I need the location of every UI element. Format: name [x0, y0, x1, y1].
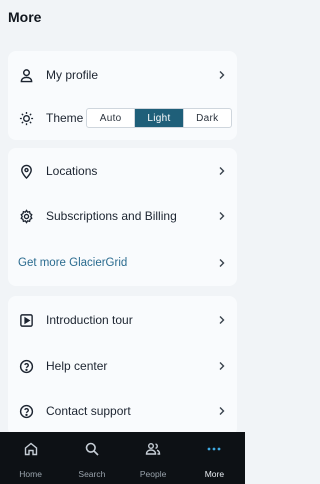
chevron-right-icon — [219, 407, 225, 415]
more-icon — [207, 447, 221, 451]
gear-icon — [18, 208, 34, 224]
theme-option-light[interactable]: Light — [134, 109, 183, 127]
bottom-navigation: Home Search People More — [0, 432, 245, 484]
home-icon — [24, 442, 37, 456]
nav-search[interactable]: Search — [61, 432, 122, 484]
nav-home[interactable]: Home — [0, 432, 61, 484]
chevron-right-icon — [219, 362, 225, 370]
search-icon — [85, 442, 99, 456]
contact-support-row[interactable]: Contact support — [8, 393, 237, 429]
locations-label: Locations — [46, 164, 98, 178]
chevron-right-icon — [219, 71, 225, 79]
sun-icon — [18, 110, 34, 126]
location-pin-icon — [18, 163, 34, 179]
chevron-right-icon — [219, 259, 225, 267]
nav-home-label: Home — [19, 469, 42, 479]
theme-segmented-control: Auto Light Dark — [86, 108, 232, 128]
question-icon — [18, 358, 34, 374]
nav-search-label: Search — [78, 469, 106, 479]
chevron-right-icon — [219, 316, 225, 324]
subscriptions-billing-label: Subscriptions and Billing — [46, 209, 177, 223]
theme-option-auto[interactable]: Auto — [87, 109, 134, 127]
nav-people[interactable]: People — [123, 432, 184, 484]
my-profile-row[interactable]: My profile — [8, 57, 237, 93]
play-icon — [18, 312, 34, 328]
introduction-tour-label: Introduction tour — [46, 313, 133, 327]
people-icon — [145, 443, 161, 455]
help-center-row[interactable]: Help center — [8, 348, 237, 384]
page-title: More — [8, 9, 42, 25]
subscriptions-billing-row[interactable]: Subscriptions and Billing — [8, 198, 237, 234]
introduction-tour-row[interactable]: Introduction tour — [8, 302, 237, 338]
get-more-row[interactable]: Get more GlacierGrid — [8, 245, 237, 281]
question-icon — [18, 403, 34, 419]
nav-people-label: People — [139, 469, 167, 479]
get-more-link[interactable]: Get more GlacierGrid — [18, 257, 127, 269]
nav-more[interactable]: More — [184, 432, 245, 484]
services-card: Locations Subscriptions and Billing Get … — [8, 148, 237, 286]
help-center-label: Help center — [46, 359, 108, 373]
locations-row[interactable]: Locations — [8, 153, 237, 189]
person-icon — [18, 67, 34, 83]
nav-more-label: More — [204, 469, 225, 479]
chevron-right-icon — [219, 167, 225, 175]
theme-label: Theme — [46, 111, 84, 125]
support-card: Introduction tour Help center Contact su… — [8, 296, 237, 436]
my-profile-label: My profile — [46, 68, 99, 82]
contact-support-label: Contact support — [46, 404, 131, 418]
chevron-right-icon — [219, 212, 225, 220]
theme-option-dark[interactable]: Dark — [182, 109, 231, 127]
